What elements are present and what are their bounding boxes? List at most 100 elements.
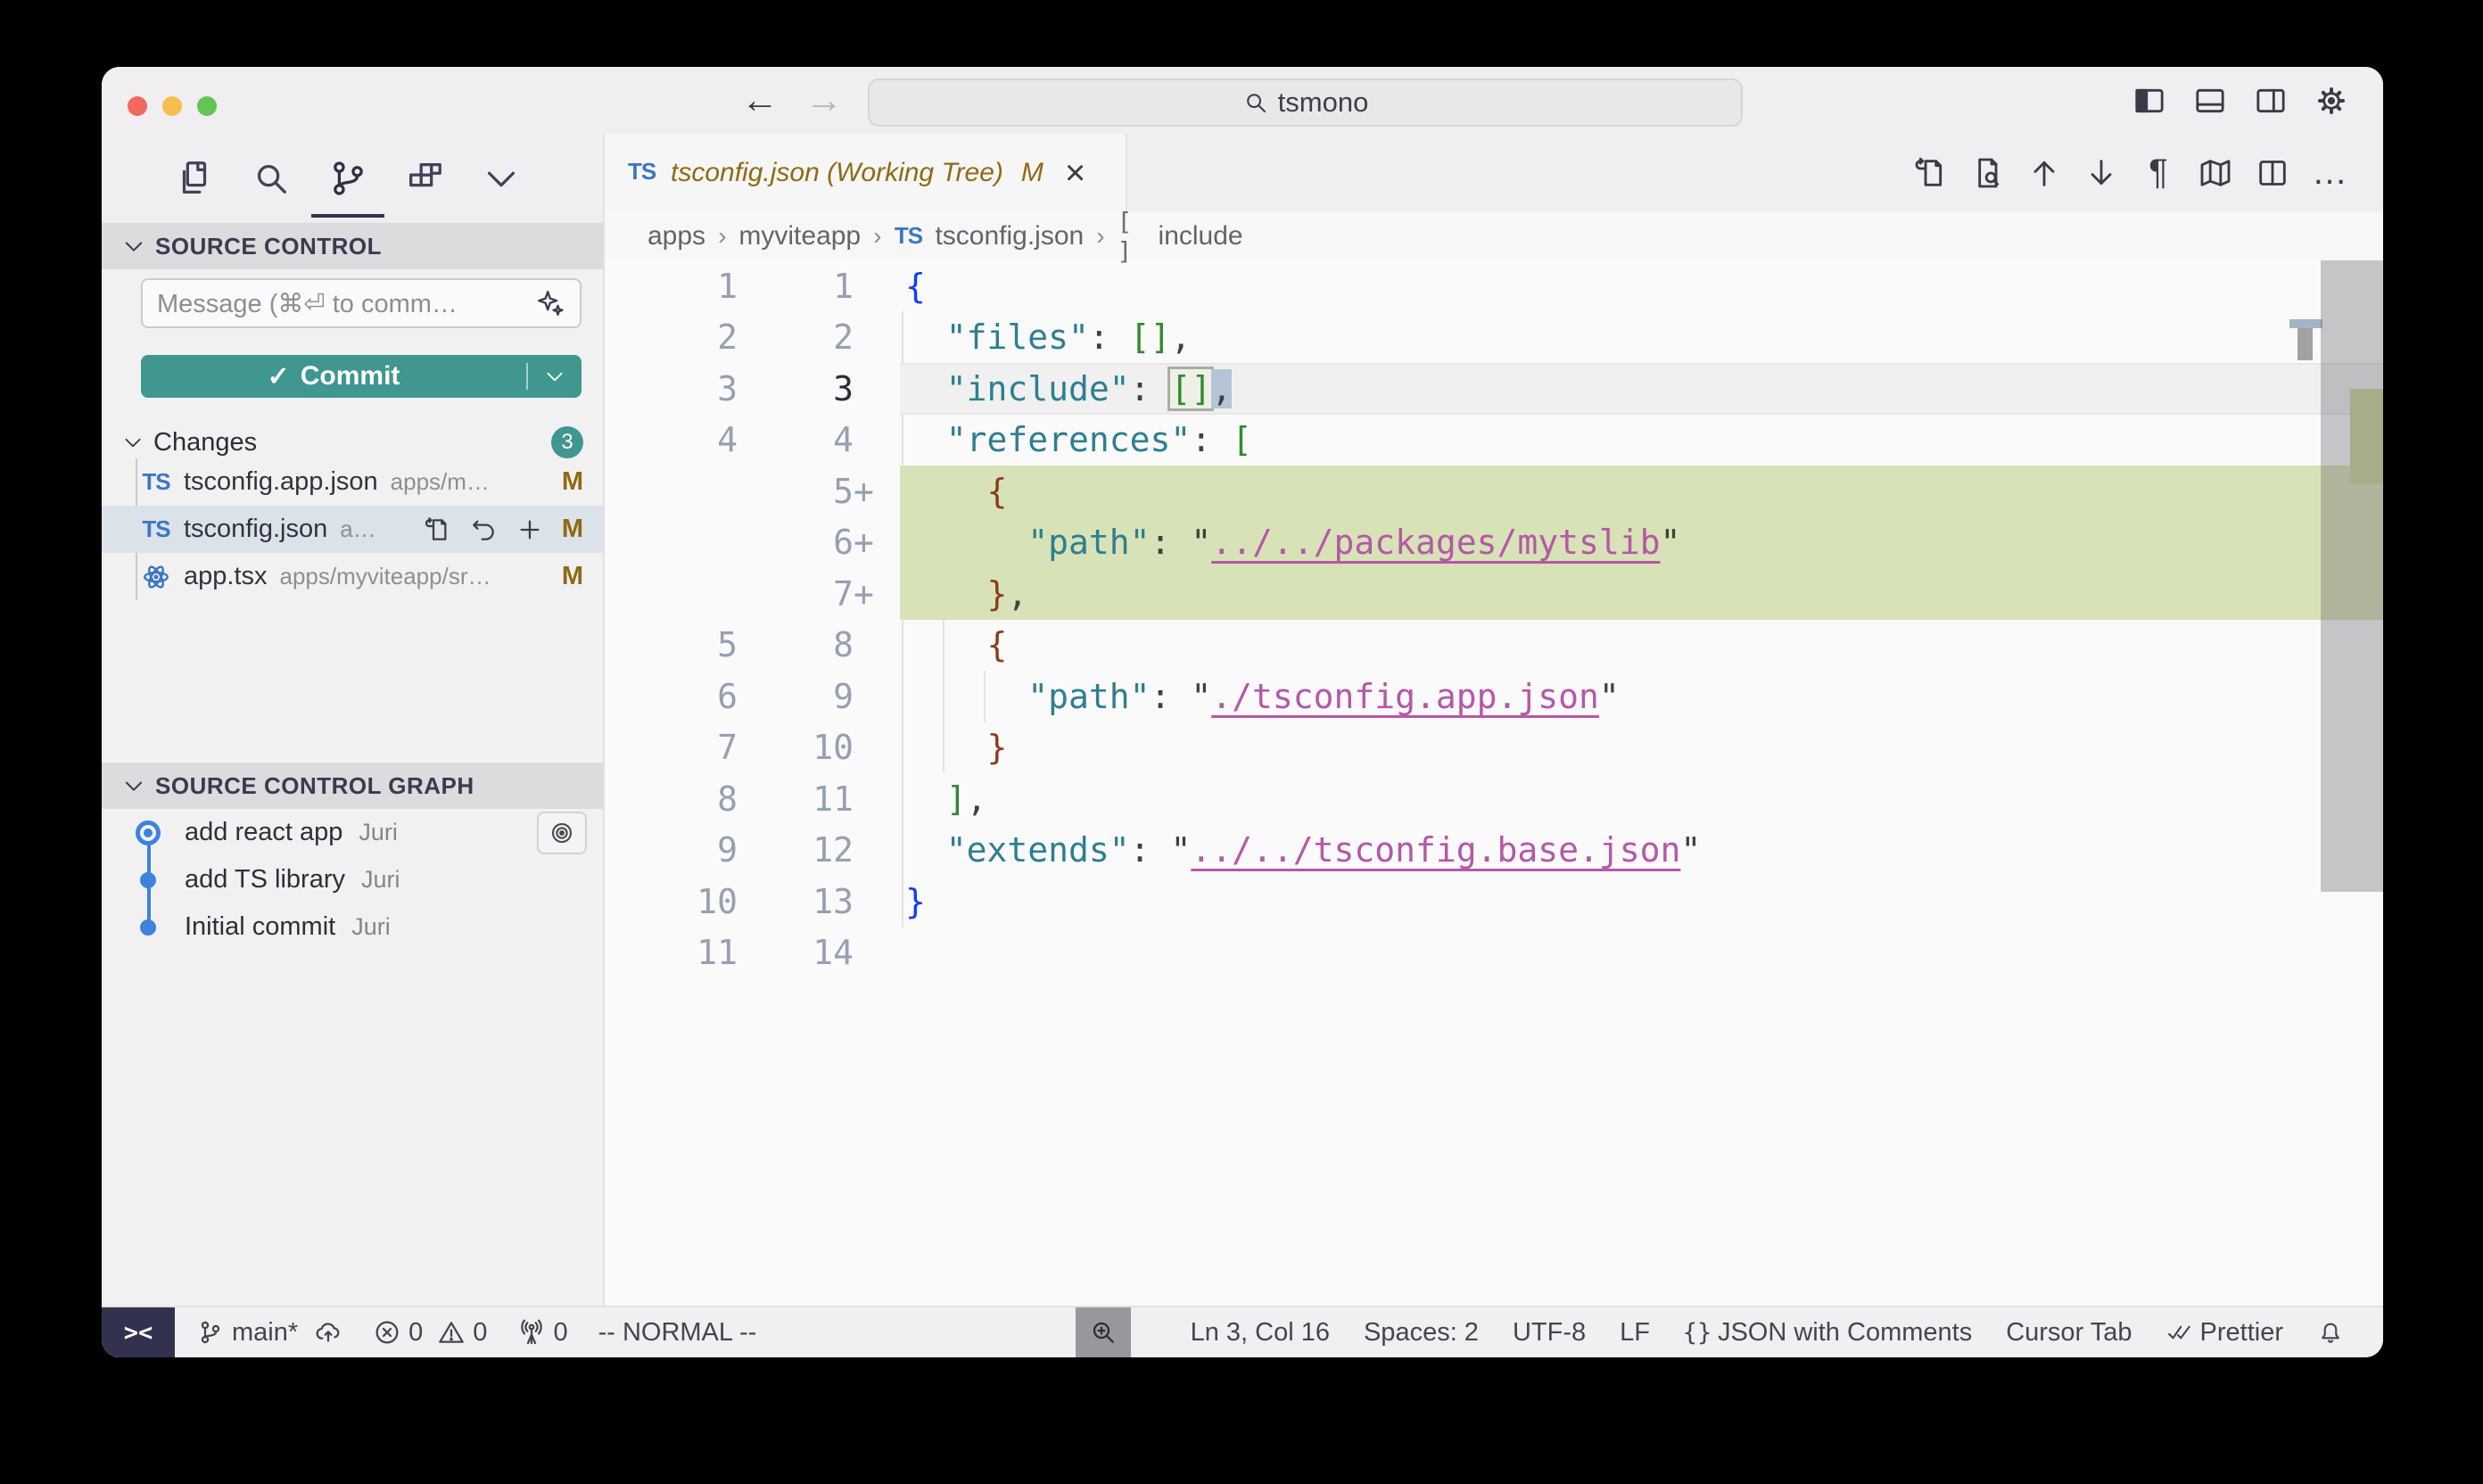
- line-number-modified: 8: [738, 625, 854, 664]
- go-to-file-icon[interactable]: [1912, 155, 1948, 191]
- status-label: LF: [1620, 1318, 1650, 1348]
- file-search-icon[interactable]: [1969, 155, 2005, 191]
- minimize-window-button[interactable]: [162, 96, 182, 116]
- activity-extensions-icon[interactable]: [404, 158, 445, 199]
- status-encoding[interactable]: UTF-8: [1513, 1318, 1586, 1348]
- status-eol[interactable]: LF: [1620, 1318, 1650, 1348]
- commit-dropdown-button[interactable]: [528, 365, 582, 388]
- code-line-content: "extends": "../../tsconfig.base.json": [905, 830, 1701, 870]
- code-editor[interactable]: 11{22 "files": [],33 "include": [],44 "r…: [605, 260, 2383, 1306]
- code-line[interactable]: 5+ {: [605, 466, 2383, 517]
- stage-icon[interactable]: [516, 515, 544, 544]
- map-icon[interactable]: [2198, 155, 2233, 191]
- status-notifications[interactable]: [2317, 1319, 2344, 1346]
- code-line[interactable]: 7+ },: [605, 568, 2383, 620]
- editor-toolbar: ¶…: [1912, 134, 2383, 211]
- code-line[interactable]: 912 "extends": "../../tsconfig.base.json…: [605, 825, 2383, 877]
- commit-message: add react app: [185, 818, 342, 847]
- scrollbar[interactable]: [2321, 260, 2383, 892]
- problems-indicator[interactable]: 0 0: [373, 1318, 487, 1348]
- status-cursor-tab[interactable]: Cursor Tab: [2006, 1318, 2132, 1348]
- source-control-header[interactable]: SOURCE CONTROL: [102, 223, 603, 269]
- code-line[interactable]: 1114: [605, 928, 2383, 979]
- code-line[interactable]: 11{: [605, 260, 2383, 312]
- code-line-content: }: [905, 882, 926, 921]
- vim-mode-indicator[interactable]: -- NORMAL --: [598, 1318, 757, 1348]
- activity-files-icon[interactable]: [174, 158, 215, 199]
- status-language-mode[interactable]: {}JSON with Comments: [1684, 1318, 1972, 1348]
- commit-row[interactable]: add TS libraryJuri: [102, 856, 603, 903]
- commit-row[interactable]: Initial commitJuri: [102, 903, 603, 951]
- activity-source-control-icon[interactable]: [327, 158, 368, 199]
- code-line[interactable]: 22 "files": [],: [605, 312, 2383, 364]
- split-editor-icon[interactable]: [2255, 155, 2290, 191]
- chevron-down-icon: [543, 365, 566, 388]
- code-line[interactable]: 33 "include": [],: [605, 363, 2383, 415]
- code-line[interactable]: 811 ],: [605, 773, 2383, 825]
- code-token: :: [1130, 830, 1171, 870]
- code-line[interactable]: 58 {: [605, 620, 2383, 672]
- line-number-original: 1: [605, 267, 738, 306]
- status-bar: >< main* 0 0 0 --: [102, 1306, 2383, 1357]
- status-formatter[interactable]: Prettier: [2166, 1318, 2283, 1348]
- path-link[interactable]: ../../tsconfig.base.json: [1191, 830, 1680, 870]
- activity-chevron-down-icon[interactable]: [481, 158, 522, 199]
- tab-tsconfig-working-tree[interactable]: TS tsconfig.json (Working Tree) M ×: [605, 134, 1127, 211]
- close-window-button[interactable]: [128, 96, 147, 116]
- forward-button[interactable]: →: [805, 77, 843, 123]
- code-line[interactable]: 44 "references": [: [605, 415, 2383, 466]
- layout-panel-icon[interactable]: [2192, 83, 2228, 119]
- status-cursor-position[interactable]: Ln 3, Col 16: [1191, 1318, 1330, 1348]
- sparkle-icon[interactable]: [535, 288, 565, 318]
- commit-row[interactable]: add react appJuri: [102, 809, 603, 856]
- breadcrumb-item-myviteapp[interactable]: myviteapp: [738, 221, 861, 251]
- remote-indicator[interactable]: ><: [102, 1307, 175, 1357]
- command-center-search[interactable]: tsmono: [868, 78, 1743, 127]
- branch-indicator[interactable]: main*: [196, 1318, 342, 1348]
- code-token: :: [1151, 523, 1192, 562]
- code-token: ": [1680, 830, 1701, 870]
- arrow-down-icon[interactable]: [2083, 155, 2119, 191]
- code-line[interactable]: 69 "path": "./tsconfig.app.json": [605, 671, 2383, 722]
- file-path: apps/m…: [391, 468, 549, 496]
- layout-sidebar-right-icon[interactable]: [2253, 83, 2289, 119]
- checkout-commit-button[interactable]: [537, 812, 587, 854]
- back-button[interactable]: ←: [741, 77, 779, 123]
- breadcrumb-item-include[interactable]: include: [1159, 221, 1243, 251]
- breadcrumb-item-tsconfig.json[interactable]: tsconfig.json: [935, 221, 1084, 251]
- source-control-graph-header[interactable]: SOURCE CONTROL GRAPH: [102, 763, 603, 809]
- zoom-status-item[interactable]: [1076, 1307, 1131, 1357]
- code-line-content: {: [905, 267, 926, 306]
- file-row-tsconfig.json[interactable]: TStsconfig.jsona…M: [102, 506, 603, 553]
- close-tab-button[interactable]: ×: [1065, 160, 1085, 186]
- cloud-upload-icon: [314, 1318, 342, 1347]
- code-line[interactable]: 1013}: [605, 876, 2383, 928]
- activity-search-icon[interactable]: [251, 158, 292, 199]
- code-token: }: [905, 882, 926, 921]
- ellipsis-icon[interactable]: …: [2312, 155, 2347, 191]
- code-token: "path": [1027, 677, 1150, 716]
- code-token: [905, 369, 946, 408]
- commit-message-input[interactable]: Message (⌘⏎ to comm…: [141, 278, 582, 328]
- changes-section-header[interactable]: Changes 3: [102, 426, 603, 458]
- code-line[interactable]: 710 }: [605, 722, 2383, 774]
- layout-sidebar-left-icon[interactable]: [2132, 83, 2167, 119]
- ports-indicator[interactable]: 0: [517, 1318, 567, 1348]
- pilcrow-icon[interactable]: ¶: [2141, 155, 2176, 191]
- discard-icon[interactable]: [469, 515, 498, 544]
- modified-status-badge: M: [562, 467, 583, 497]
- commit-button[interactable]: ✓ Commit: [141, 361, 526, 392]
- status-indentation[interactable]: Spaces: 2: [1364, 1318, 1479, 1348]
- gear-icon[interactable]: [2314, 83, 2349, 119]
- search-value: tsmono: [1278, 87, 1369, 119]
- code-line[interactable]: 6+ "path": "../../packages/mytslib": [605, 517, 2383, 569]
- file-row-tsconfig.app.json[interactable]: TStsconfig.app.jsonapps/m…M: [102, 458, 603, 506]
- file-row-app.tsx[interactable]: app.tsxapps/myviteapp/sr…M: [102, 553, 603, 600]
- path-link[interactable]: ../../packages/mytslib: [1211, 523, 1660, 562]
- arrow-up-icon[interactable]: [2026, 155, 2062, 191]
- path-link[interactable]: ./tsconfig.app.json: [1211, 677, 1599, 716]
- go-to-file-icon[interactable]: [423, 515, 451, 544]
- code-token: [905, 728, 987, 767]
- breadcrumb-item-apps[interactable]: apps: [648, 221, 705, 251]
- maximize-window-button[interactable]: [197, 96, 217, 116]
